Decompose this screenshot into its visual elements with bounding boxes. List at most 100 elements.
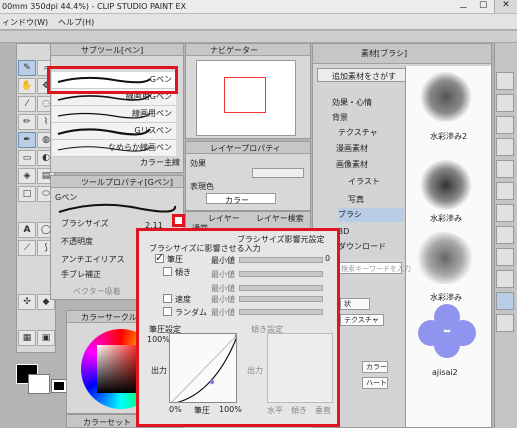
navigator-viewport[interactable] [224,77,266,113]
graph-x-label: 筆圧 [194,406,210,415]
row3-min-slider[interactable] [239,285,323,291]
material-header: 素材[ブラシ] [313,44,491,64]
pressure-min-slider[interactable] [239,257,323,263]
search-placeholder: 検索キーワードを入力 [341,265,411,273]
side-panel-icon[interactable] [496,94,514,112]
ruler-icon[interactable]: ⟋ [18,240,36,256]
tree-background[interactable]: 背景 [332,111,408,125]
tag-texture[interactable]: テクスチャ [340,314,384,326]
tool-stroke-preview [58,203,177,213]
figure-icon[interactable]: □ [18,186,36,202]
hand-tool-icon[interactable]: ✋ [18,78,36,94]
tag-shape[interactable]: 状 [340,298,370,310]
layer-property-header: レイヤープロパティ [186,142,310,154]
subtool-tab[interactable]: サブツール[ペン] [81,45,143,56]
color-set-tab[interactable]: カラーセット [83,417,131,428]
material-tab[interactable]: 素材[ブラシ] [361,48,407,59]
material-label-3: 水彩滲み [430,293,462,302]
tree-3d[interactable]: 3D [338,225,414,239]
side-panel-icon[interactable] [496,116,514,134]
close-button[interactable]: ✕ [494,0,517,13]
color-mode-value: カラー [225,196,249,205]
minimize-button[interactable]: － [459,1,468,14]
tilt-min-slider[interactable] [239,271,323,277]
layer-property-panel: レイヤープロパティ 効果 表現色 カラー [185,141,311,211]
random-min-label: 最小値 [211,308,235,317]
navigator-header: ナビゲーター [186,44,310,56]
add-material-label: 追加素材をさがす [332,72,396,81]
tree-illust[interactable]: イラスト [348,175,424,189]
brush-label: なめらか線画ペン [108,143,172,152]
side-panel-icon[interactable] [496,248,514,266]
side-panel-icon[interactable] [496,72,514,90]
side-panel-icon[interactable] [496,160,514,178]
brush-item-lineart-pen[interactable]: 線画用ペン [52,106,176,123]
tree-manga[interactable]: 漫画素材 [336,142,412,156]
random-min-slider[interactable] [239,309,323,315]
frame-border-icon[interactable]: ▣ [37,330,55,346]
speed-min-slider[interactable] [239,296,323,302]
side-panel-icon[interactable] [496,314,514,332]
layer-search-tab[interactable]: レイヤー検索 [256,213,304,224]
g-pen-icon[interactable]: ✒ [18,132,36,148]
side-panel-icon[interactable] [496,182,514,200]
effect-buttons[interactable] [252,168,304,178]
transparent-swatch[interactable] [51,379,67,393]
color-circle-tab[interactable]: カラーサークル [81,312,137,323]
material-thumb-1[interactable] [420,72,472,122]
tree-image[interactable]: 画像素材 [336,158,412,172]
tilt-x-tilt: 傾き [291,406,307,415]
tool-property-tab[interactable]: ツールプロパティ[Gペン] [81,177,173,188]
eyedropper-icon[interactable]: ⁄ [18,96,36,112]
brush-item-g-lis-pen[interactable]: Gリスペン [52,123,176,140]
pressure-min-value: 0 [325,254,331,263]
side-panel-icon[interactable] [496,138,514,156]
tree-effect[interactable]: 効果・心情 [332,96,408,110]
layer-tab[interactable]: レイヤー [208,213,240,224]
add-material-button[interactable]: 追加素材をさがす [317,68,407,82]
restore-button[interactable]: ▢ [479,0,488,10]
pressure-curve-graph[interactable] [169,333,237,403]
side-panel-icon[interactable] [496,270,514,288]
layer-move-icon[interactable]: ✣ [18,294,36,310]
eraser-icon[interactable]: ▭ [18,150,36,166]
tree-brush[interactable]: ブラシ [338,208,404,222]
fill-icon[interactable]: ◈ [18,168,36,184]
menu-help[interactable]: ヘルプ(H) [58,17,94,28]
close-icon: ✕ [502,0,510,10]
row3-min-label: 最小値 [211,284,235,293]
menu-window[interactable]: ィンドウ(W) [2,17,48,28]
material-thumb-ajisai[interactable] [418,304,476,358]
graph-y-label: 出力 [151,366,167,375]
material-thumb-2[interactable] [420,160,472,210]
material-label-2: 水彩滲み [430,214,462,223]
side-panel-icon[interactable] [496,226,514,244]
text-tool-icon[interactable]: A [18,222,36,238]
brush-label: 線画用ペン [132,109,172,118]
tree-download[interactable]: ダウンロード [338,240,414,254]
side-panel-icon[interactable] [496,204,514,222]
navigator-tab[interactable]: ナビゲーター [210,45,258,56]
color-mode-select[interactable]: カラー [206,193,276,205]
highlight-pressure-button [172,214,185,227]
random-checkbox[interactable] [163,307,172,316]
tree-photo[interactable]: 写真 [348,193,424,207]
material-label-1: 水彩滲み2 [430,132,468,141]
tag-heart[interactable]: ハート [362,377,388,389]
grid-icon[interactable]: ▦ [18,330,36,346]
tilt-curve-graph [267,333,333,403]
curve-control-point[interactable] [209,379,215,385]
tree-texture[interactable]: テクスチャ [338,126,414,140]
brush-label: Gリスペン [134,126,172,135]
brush-item-smooth-pen[interactable]: なめらか線画ペン [52,140,176,157]
pencil-icon[interactable]: ✏ [18,114,36,130]
window-title: 00mm 350dpi 44.4%) - CLIP STUDIO PAINT E… [2,2,187,11]
pressure-label: 筆圧 [167,255,183,264]
sub-color-swatch[interactable] [28,374,50,394]
layer-property-tab[interactable]: レイヤープロパティ [210,143,281,154]
tag-color[interactable]: カラー [362,361,388,373]
pen-tool-icon[interactable]: ✎ [18,60,36,76]
tilt-checkbox[interactable] [163,267,172,276]
side-panel-icon[interactable] [496,292,514,310]
speed-checkbox[interactable] [163,294,172,303]
